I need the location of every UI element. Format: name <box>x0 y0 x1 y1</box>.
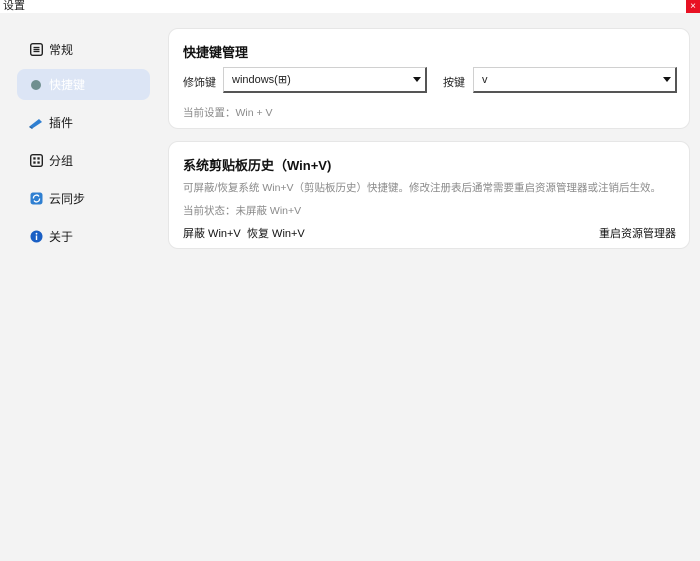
title-bar: 设置 × <box>0 0 700 13</box>
clipboard-card: 系统剪贴板历史（Win+V) 可屏蔽/恢复系统 Win+V（剪贴板历史）快捷键。… <box>168 141 690 249</box>
restore-winv-button[interactable]: 恢复 Win+V <box>247 225 305 241</box>
modifier-select-value: windows(⊞) <box>232 74 291 86</box>
sidebar-item-shortcuts[interactable]: 快捷键 <box>17 69 150 100</box>
key-select-value: v <box>482 74 488 86</box>
restart-explorer-button[interactable]: 重启资源管理器 <box>599 225 676 241</box>
clipboard-status: 当前状态：未屏蔽 Win+V <box>183 205 302 217</box>
chevron-down-icon <box>663 77 671 82</box>
sidebar-item-label: 常规 <box>49 43 74 57</box>
sidebar-item-label: 插件 <box>49 116 74 130</box>
key-label: 按键 <box>443 77 465 89</box>
chevron-down-icon <box>413 77 421 82</box>
modifier-select[interactable]: windows(⊞) <box>223 67 427 93</box>
key-select[interactable]: v <box>473 67 677 93</box>
info-icon <box>29 230 43 244</box>
close-button[interactable]: × <box>686 0 700 13</box>
sidebar-item-about[interactable]: 关于 <box>17 221 150 252</box>
sidebar-item-plugins[interactable]: 插件 <box>17 107 150 138</box>
sidebar: 常规 快捷键 插件 分组 云同步 关于 <box>0 13 162 561</box>
shortcut-card: 快捷键管理 修饰键 windows(⊞) 按键 v 当前设置：Win + V <box>168 28 690 129</box>
plugin-icon <box>29 116 43 130</box>
sidebar-item-label: 云同步 <box>49 192 86 206</box>
modifier-label: 修饰键 <box>183 77 216 89</box>
sidebar-item-groups[interactable]: 分组 <box>17 145 150 176</box>
dot-icon <box>29 78 43 92</box>
window-title: 设置 <box>3 0 25 12</box>
card-title: 系统剪贴板历史（Win+V) <box>183 158 332 173</box>
list-icon <box>29 43 43 57</box>
sidebar-item-general[interactable]: 常规 <box>17 34 150 65</box>
sync-icon <box>29 192 43 206</box>
block-winv-button[interactable]: 屏蔽 Win+V <box>183 225 241 241</box>
sidebar-item-label: 快捷键 <box>49 78 86 92</box>
clipboard-description: 可屏蔽/恢复系统 Win+V（剪贴板历史）快捷键。修改注册表后通常需要重启资源管… <box>183 182 662 194</box>
grid-icon <box>29 154 43 168</box>
sidebar-item-label: 分组 <box>49 154 74 168</box>
sidebar-item-cloud-sync[interactable]: 云同步 <box>17 183 150 214</box>
current-setting: 当前设置：Win + V <box>183 107 273 119</box>
card-title: 快捷键管理 <box>183 45 249 60</box>
sidebar-item-label: 关于 <box>49 230 74 244</box>
